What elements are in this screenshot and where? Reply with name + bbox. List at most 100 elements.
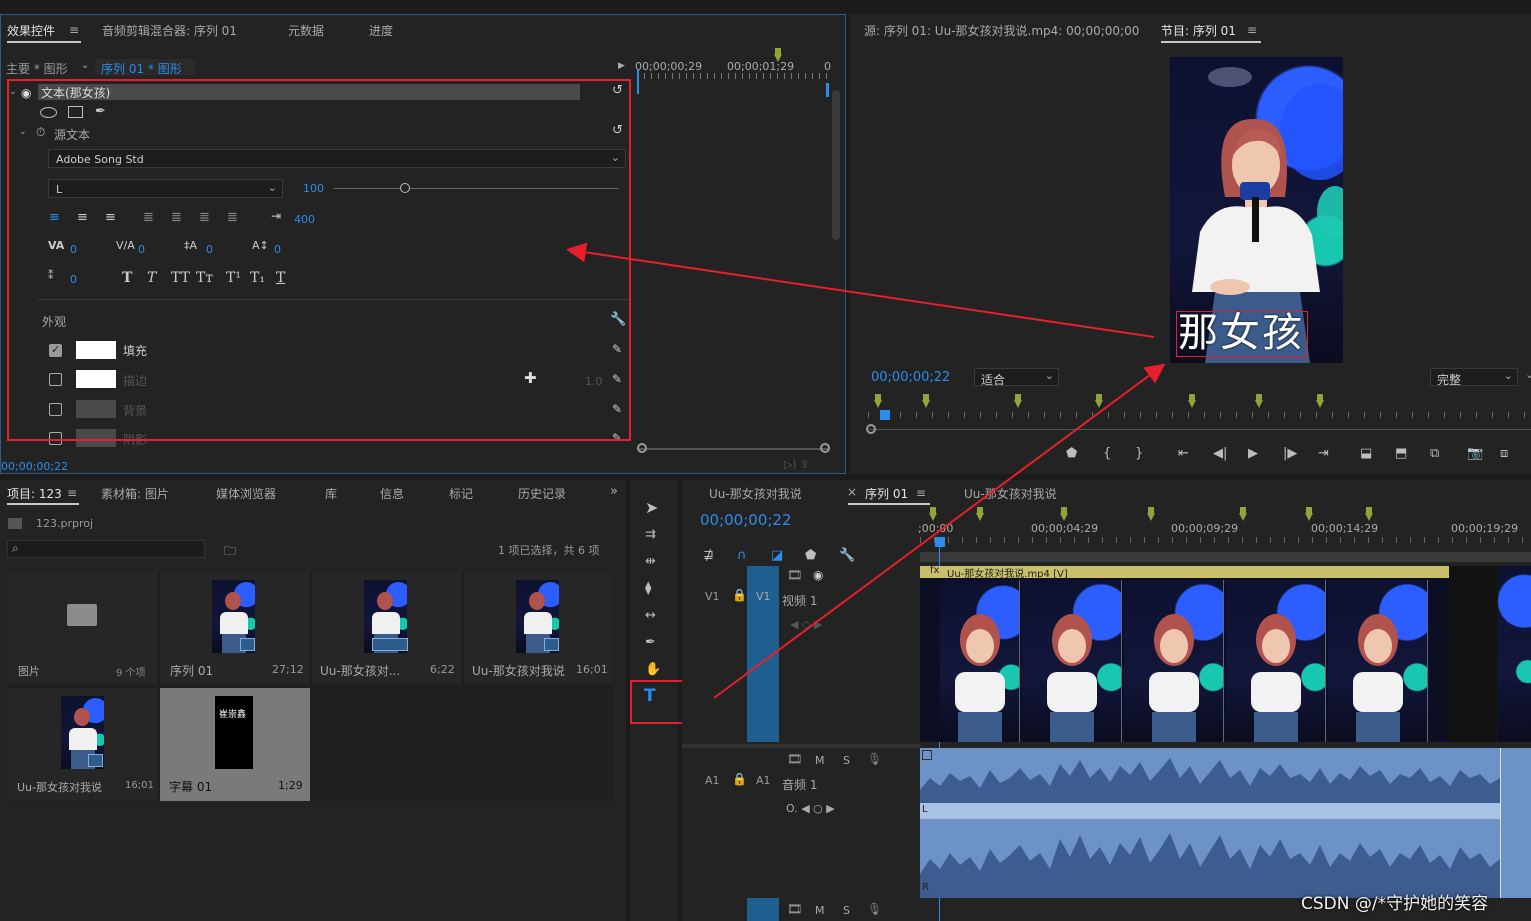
tab-markers[interactable]: 标记 [449, 485, 473, 502]
film-icon[interactable]: 🎞 [787, 902, 802, 916]
work-area-bar[interactable] [920, 552, 1531, 562]
panel-menu-icon[interactable]: ≡ [1247, 23, 1257, 37]
settings-arrow-icon[interactable]: ⌄ [1525, 368, 1531, 381]
mute-button[interactable]: M [815, 904, 825, 917]
razor-tool-icon[interactable]: ⧫ [645, 581, 651, 597]
film-icon[interactable]: 🎞 [787, 752, 802, 766]
video-clip-2[interactable] [1498, 566, 1531, 742]
project-item-folder[interactable]: 图片 9 个项 [8, 572, 158, 684]
marker-icon[interactable] [1255, 394, 1263, 408]
lock-icon[interactable]: 🔒 [732, 588, 747, 602]
audio-clip-2[interactable] [1500, 748, 1531, 898]
program-timecode[interactable]: 00;00;00;22 [871, 370, 950, 385]
mark-out-icon[interactable]: } [1135, 446, 1143, 462]
compare-icon[interactable]: ⧉ [1430, 446, 1439, 462]
selection-tool-icon[interactable]: ➤ [645, 500, 658, 516]
chevron-down-icon[interactable]: ⌄ [81, 60, 89, 71]
add-marker-icon[interactable]: ⬟ [805, 548, 816, 564]
project-item-title[interactable]: 崔崇鑫 字幕 01 1;29 [160, 688, 310, 801]
film-icon[interactable]: 🎞 [787, 568, 802, 582]
wrench-icon[interactable]: 🔧 [839, 548, 855, 564]
scroll-handle-right[interactable] [820, 443, 830, 453]
panel-menu-icon[interactable]: ≡ [916, 486, 926, 500]
scroll-handle-left[interactable] [637, 443, 647, 453]
program-video-frame[interactable]: 那女孩 [1170, 57, 1343, 363]
microphone-icon[interactable]: 🎙 [867, 752, 882, 766]
nest-icon[interactable]: ⋣ [703, 548, 714, 564]
go-to-in-icon[interactable]: ⇤ [1178, 446, 1189, 462]
program-playhead[interactable] [880, 410, 890, 420]
timeline-timecode[interactable]: 00;00;00;22 [700, 511, 792, 529]
project-item-clip[interactable]: Uu-那女孩对我说 16;01 [8, 688, 158, 800]
overflow-chevron-icon[interactable]: » [610, 484, 618, 499]
marker-icon[interactable] [1147, 507, 1155, 521]
audio-clip[interactable]: L R [920, 748, 1500, 898]
tab-audio-mixer[interactable]: 音频剪辑混合器: 序列 01 [102, 22, 237, 39]
track-select-tool-icon[interactable]: ⇉ [645, 527, 656, 543]
program-scrollbar[interactable] [868, 429, 1531, 430]
overlay-text[interactable]: 那女孩 [1178, 309, 1304, 357]
marker-icon[interactable] [922, 394, 930, 408]
tab-metadata[interactable]: 元数据 [288, 22, 324, 39]
keyframe-nav-icon[interactable]: O. ◀ ○ ▶ [786, 802, 835, 815]
snap-icon[interactable]: ∩ [737, 548, 747, 564]
linked-selection-icon[interactable]: ◪ [771, 548, 783, 564]
source-monitor-tab[interactable]: 源: 序列 01: Uu-那女孩对我说.mp4: 00;00;00;00 [864, 22, 1139, 39]
marker-icon[interactable] [929, 507, 937, 521]
export-icon[interactable]: ▷⟩ ⇪ [784, 458, 809, 471]
a1-source-label[interactable]: A1 [705, 774, 720, 787]
keyframe-nav-icon[interactable]: ◀ ◇ ▶ [790, 618, 822, 631]
panel-menu-icon[interactable]: ≡ [69, 23, 79, 37]
marker-icon[interactable] [1060, 507, 1068, 521]
lift-icon[interactable]: ⬓ [1360, 446, 1372, 462]
marker-icon[interactable] [1239, 507, 1247, 521]
play-triangle-icon[interactable]: ▶ [618, 61, 625, 71]
project-item-clip[interactable]: Uu-那女孩对... 6;22 [312, 572, 462, 684]
playhead[interactable] [637, 70, 639, 94]
lock-icon[interactable]: 🔒 [732, 772, 747, 786]
timeline-playhead-handle[interactable] [935, 537, 945, 547]
marker-icon[interactable] [874, 394, 882, 408]
tab-effect-controls[interactable]: 效果控件 [7, 22, 55, 39]
program-tab[interactable]: 节目: 序列 01 [1161, 22, 1236, 39]
new-bin-from-search-icon[interactable]: 🗀 [224, 542, 236, 563]
breadcrumb-sequence[interactable]: 序列 01 * 图形 [101, 60, 182, 77]
timeline-tab-sequence[interactable]: 序列 01 [865, 485, 908, 502]
button-editor-icon[interactable]: ⧈ [1500, 446, 1508, 462]
camera-icon[interactable]: 📷 [1467, 446, 1483, 462]
close-tab-icon[interactable]: × [847, 485, 857, 499]
tab-library[interactable]: 库 [325, 485, 337, 502]
zoom-select[interactable]: 适合 ⌄ [974, 368, 1059, 387]
marker-icon[interactable] [1305, 507, 1313, 521]
solo-button[interactable]: S [843, 754, 850, 767]
quality-select[interactable]: 完整 ⌄ [1430, 368, 1518, 387]
timeline-tab-3[interactable]: Uu-那女孩对我说 [964, 485, 1057, 502]
panel-menu-icon[interactable]: ≡ [67, 486, 77, 500]
add-marker-icon[interactable]: ⬟ [1066, 446, 1077, 462]
v1-source-label[interactable]: V1 [705, 590, 720, 603]
tab-info[interactable]: 信息 [380, 485, 404, 502]
a1-target-label[interactable]: A1 [756, 774, 771, 787]
tab-history[interactable]: 历史记录 [518, 485, 566, 502]
tab-project[interactable]: 项目: 123 [7, 485, 62, 502]
video-clip[interactable]: fx Uu-那女孩对我说.mp4 [V] [920, 566, 1449, 742]
breadcrumb-main[interactable]: 主要 * 图形 [6, 60, 68, 77]
play-icon[interactable]: ▶ [1248, 446, 1258, 462]
horizontal-scrollbar[interactable] [638, 448, 828, 450]
step-forward-icon[interactable]: |▶ [1283, 446, 1297, 462]
ripple-edit-tool-icon[interactable]: ⇹ [645, 554, 656, 570]
step-back-icon[interactable]: ◀| [1213, 446, 1227, 462]
extract-icon[interactable]: ⬒ [1395, 446, 1407, 462]
mute-button[interactable]: M [815, 754, 825, 767]
tab-media-browser[interactable]: 媒体浏览器 [216, 485, 276, 502]
hand-tool-icon[interactable]: ✋ [645, 662, 661, 678]
a2-target-track[interactable] [747, 898, 779, 921]
scroll-handle[interactable] [866, 424, 876, 434]
tab-bin-images[interactable]: 素材箱: 图片 [101, 485, 169, 502]
project-search-input[interactable]: ⌕ [7, 540, 205, 558]
eye-icon[interactable]: ◉ [813, 568, 823, 582]
solo-button[interactable]: S [843, 904, 850, 917]
tab-progress[interactable]: 进度 [369, 22, 393, 39]
marker-icon[interactable] [1188, 394, 1196, 408]
go-to-out-icon[interactable]: ⇥ [1318, 446, 1329, 462]
